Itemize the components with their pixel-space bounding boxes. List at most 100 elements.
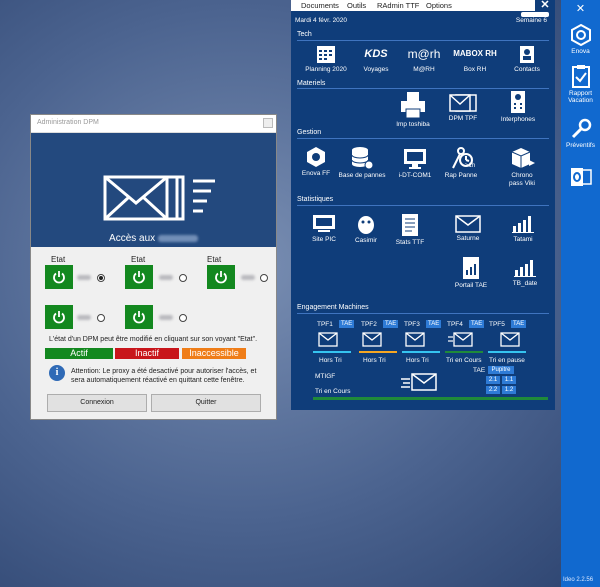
dpm-radio-1[interactable] — [97, 274, 105, 282]
status-bar — [488, 351, 526, 353]
tile-label: Portail TAE — [454, 282, 488, 289]
tile-label: Stats TTF — [395, 239, 425, 246]
tae-badge: TAE — [383, 320, 399, 328]
tpf-label: TPF1 — [317, 321, 333, 328]
dpm-state-message: L'état d'un DPM peut être modifié en cli… — [49, 336, 258, 343]
nut-icon — [307, 147, 325, 167]
app-version: Ideo 2.2.56 — [563, 577, 594, 583]
legend-actif: Actif — [45, 348, 113, 359]
right-sidebar: ✕ Enova Rapport Vacation Préventifs Ideo… — [561, 0, 600, 587]
tile-interphones[interactable]: Interphones — [495, 90, 541, 124]
menu-options[interactable]: Options — [426, 1, 452, 10]
wrench-icon — [571, 118, 591, 139]
sidebar-item-enova[interactable]: Enova — [561, 24, 600, 55]
dpm-heading-text: Accès aux — [109, 233, 156, 244]
monitor-icon — [313, 215, 335, 232]
week-number: Semaine 6 — [515, 17, 547, 24]
tile-box-rh[interactable]: MABOX RH Box RH — [451, 44, 499, 74]
power-icon — [53, 311, 65, 324]
mail-icon — [449, 94, 477, 112]
dpm-power-button-3[interactable] — [207, 265, 235, 289]
sidebar-item-rapport[interactable]: Rapport Vacation — [561, 64, 600, 104]
dpm-power-button-2[interactable] — [125, 265, 153, 289]
tile-chrono-viki[interactable]: Chrono pass Viki — [497, 146, 547, 188]
quitter-button[interactable]: Quitter — [151, 394, 261, 412]
dpm-power-button-4[interactable] — [45, 305, 73, 329]
tile-label: Interphones — [500, 116, 536, 123]
machine-status: Hors Tri — [406, 357, 429, 364]
mtigf-mail-icon[interactable] — [401, 372, 439, 392]
tile-tb-date[interactable]: TB_date — [503, 258, 547, 288]
tae-grid-chip[interactable]: 1.2 — [502, 386, 516, 394]
machine-mail-icon[interactable] — [405, 332, 425, 347]
sidebar-item-outlook[interactable] — [561, 166, 600, 190]
tile-label: Base de pannes — [338, 172, 386, 179]
power-icon — [215, 271, 227, 284]
tae-grid-chip[interactable]: 2.1 — [486, 376, 500, 384]
launcher-panel: Documents Outils RAdmin TTF Options ✕ Ma… — [291, 0, 555, 410]
tile-contacts[interactable]: Contacts — [505, 44, 549, 74]
dpm-admin-window: Administration DPM Accès aux Etat Etat E… — [30, 114, 277, 420]
menu-radmin[interactable]: RAdmin TTF — [377, 1, 419, 10]
machine-mail-icon[interactable] — [500, 332, 520, 347]
menu-bar: Documents Outils RAdmin TTF Options ✕ — [291, 0, 555, 11]
machine-status: Hors Tri — [363, 357, 386, 364]
menu-outils[interactable]: Outils — [347, 1, 366, 10]
menu-documents[interactable]: Documents — [301, 1, 339, 10]
tile-base-pannes[interactable]: Base de pannes — [335, 146, 389, 180]
calendar-icon — [317, 46, 335, 63]
tile-imp-toshiba[interactable]: Imp toshiba — [389, 91, 437, 129]
tae-grid-chip[interactable]: 2.2 — [486, 386, 500, 394]
tile-label: Rap Panne — [444, 172, 478, 179]
section-tech: Tech — [297, 31, 312, 38]
machine-mail-fast-icon[interactable] — [448, 332, 474, 347]
tile-voyages[interactable]: KDS Voyages — [355, 44, 397, 74]
sidebar-close-button[interactable]: ✕ — [561, 2, 600, 15]
tpf-label: TPF2 — [361, 321, 377, 328]
tae-grid-chip[interactable]: 1.1 — [502, 376, 516, 384]
tile-label: Chrono pass Viki — [509, 172, 535, 187]
divider — [297, 40, 549, 41]
mail-icon — [455, 215, 481, 233]
connexion-button[interactable]: Connexion — [47, 394, 147, 412]
tile-saturne[interactable]: Saturne — [449, 215, 487, 243]
report-icon — [402, 214, 418, 236]
tae-badge: TAE — [511, 320, 527, 328]
section-materiels: Materiels — [297, 80, 326, 87]
casimir-icon — [358, 216, 374, 234]
sidebar-item-label: Enova — [571, 48, 590, 55]
sidebar-item-preventifs[interactable]: Préventifs — [561, 118, 600, 149]
current-date: Mardi 4 févr. 2020 — [295, 17, 348, 24]
dpm-banner: Accès aux — [31, 133, 276, 247]
tile-enova-ff[interactable]: Enova FF — [297, 146, 335, 178]
redacted-dpm-label — [77, 315, 91, 320]
tile-site-pic[interactable]: Site PIC — [309, 214, 339, 244]
dpm-radio-2[interactable] — [179, 274, 187, 282]
panel-close-button[interactable]: ✕ — [535, 0, 555, 11]
tile-dpm-tpf[interactable]: DPM TPF — [441, 93, 485, 123]
dpm-radio-5[interactable] — [179, 314, 187, 322]
dpm-radio-3[interactable] — [260, 274, 268, 282]
tile-label: Box RH — [463, 66, 487, 73]
tile-casimir[interactable]: Casimir — [349, 213, 383, 245]
machine-mail-icon[interactable] — [362, 332, 382, 347]
dpm-power-button-5[interactable] — [125, 305, 153, 329]
power-icon — [133, 311, 145, 324]
tile-rap-panne[interactable]: Rap Panne >1h — [439, 146, 483, 180]
dpm-power-button-1[interactable] — [45, 265, 73, 289]
tile-marh[interactable]: m@rh M@RH — [403, 44, 445, 74]
divider — [297, 313, 549, 314]
tile-idt-com1[interactable]: i-DT-COM1 — [395, 148, 435, 180]
tile-label: Planning 2020 — [305, 66, 347, 73]
tile-tatami[interactable]: Tatami — [503, 214, 543, 244]
tri-en-cours-label: Tri en Cours — [315, 388, 351, 395]
tile-label: Saturne — [456, 235, 480, 242]
machine-mail-icon[interactable] — [318, 332, 338, 347]
tile-stats-ttf[interactable]: Stats TTF — [393, 213, 427, 247]
tile-planning[interactable]: Planning 2020 — [299, 44, 353, 74]
tile-label: Site PIC — [312, 236, 336, 243]
section-engagement: Engagement Machines — [297, 304, 369, 311]
dpm-close-button[interactable] — [263, 118, 273, 128]
tile-portail-tae[interactable]: Portail TAE — [449, 256, 493, 290]
dpm-radio-4[interactable] — [97, 314, 105, 322]
